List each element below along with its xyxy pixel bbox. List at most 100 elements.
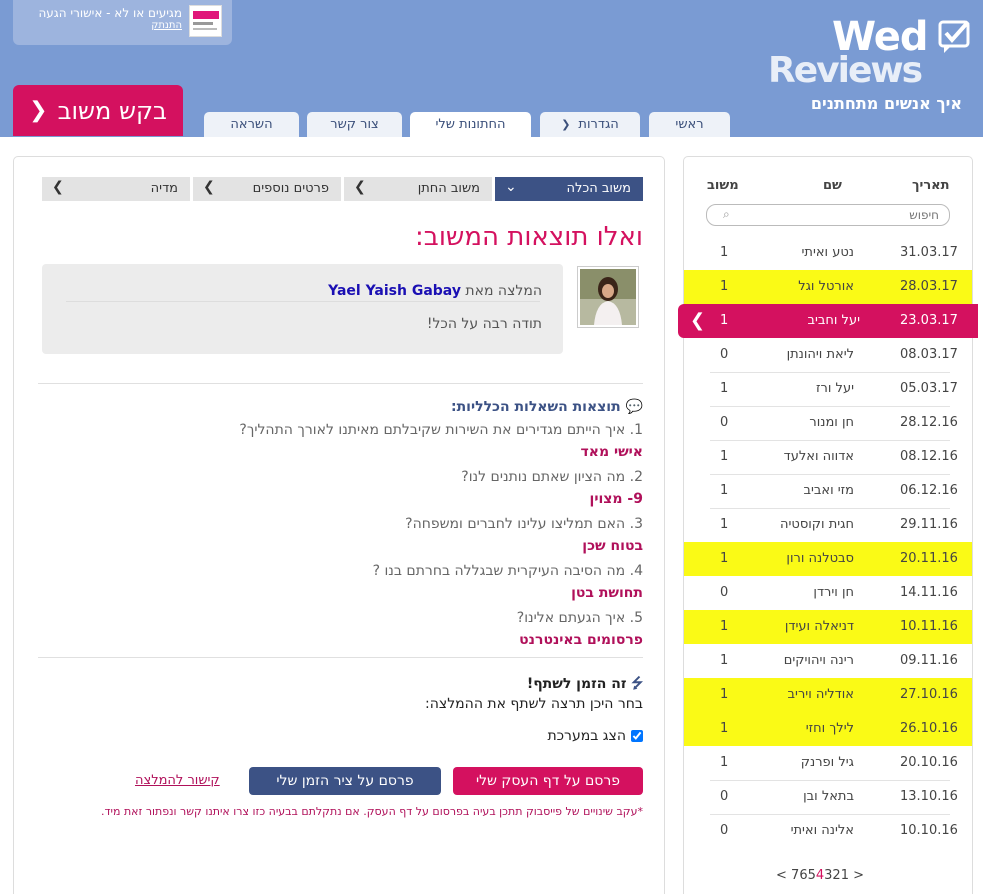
col-header-date[interactable]: תאריך: [912, 178, 950, 193]
tab-my-weddings[interactable]: החתונות שלי: [410, 112, 531, 137]
page-title: ואלו תוצאות המשוב:: [415, 222, 643, 252]
row-score: 1: [720, 551, 729, 566]
row-score: 1: [720, 449, 729, 464]
table-row[interactable]: 14.11.16 חן וירדן 0: [684, 576, 972, 610]
show-in-system-label: הצג במערכת: [547, 728, 626, 744]
row-score: 1: [720, 483, 729, 498]
table-row[interactable]: 13.10.16 בתאל ובן 0: [684, 780, 972, 814]
row-score: 0: [720, 415, 729, 430]
avatar-image: [580, 269, 636, 325]
table-row[interactable]: 06.12.16 מזי ואביב 1: [684, 474, 972, 508]
step-bride-feedback[interactable]: משוב הכלה ⌄: [495, 177, 643, 201]
row-date: 13.10.16: [900, 789, 958, 804]
row-name: מזי ואביב: [803, 483, 854, 498]
tab-home[interactable]: ראשי: [649, 112, 730, 137]
question-5: 5. איך הגעתם אלינו?: [516, 610, 643, 626]
answer-2: 9- מצוין: [589, 491, 643, 507]
pager-pages-before[interactable]: 765: [791, 868, 816, 883]
recommendation-card: [42, 264, 563, 354]
row-score: 1: [720, 721, 729, 736]
table-row[interactable]: 28.12.16 חן ומנור 0: [684, 406, 972, 440]
show-in-system-checkbox[interactable]: [631, 730, 643, 742]
answer-1: אישי מאד: [580, 444, 643, 460]
question-1: 1. איך הייתם מגדירים את השירות שקיבלתם מ…: [239, 422, 643, 438]
row-date: 27.10.16: [900, 687, 958, 702]
table-row[interactable]: 08.12.16 אדווה ואלעד 1: [684, 440, 972, 474]
row-score: 0: [720, 347, 729, 362]
logout-link[interactable]: התנתק: [151, 20, 182, 31]
request-feedback-button[interactable]: בקש משוב ❮: [13, 85, 183, 136]
row-score: 0: [720, 585, 729, 600]
search-input[interactable]: [739, 207, 939, 223]
comment-icon: 💬: [625, 399, 643, 415]
row-name: חגית וקוסטיה: [779, 517, 854, 532]
row-date: 10.11.16: [900, 619, 958, 634]
step-more-details[interactable]: פרטים נוספים ❯: [193, 177, 341, 201]
question-2: 2. מה הציון שאתם נותנים לנו?: [461, 469, 643, 485]
table-row[interactable]: 09.11.16 רינה ויהויקים 1: [684, 644, 972, 678]
publish-business-page-button[interactable]: פרסם על דף העסק שלי: [453, 767, 643, 795]
publish-timeline-button[interactable]: פרסם על ציר הזמן שלי: [249, 767, 441, 795]
pager-pages-after[interactable]: 321: [824, 868, 849, 883]
top-header: מגיעים או לא - אישורי הגעה התנתק Wed Rev…: [0, 0, 983, 137]
row-date: 28.12.16: [900, 415, 958, 430]
col-header-name[interactable]: שם: [823, 178, 842, 193]
table-row[interactable]: 28.03.17 אורטל וגל 1: [684, 270, 972, 304]
row-score: 0: [720, 823, 729, 838]
step-media[interactable]: מדיה ❯: [42, 177, 190, 201]
tab-settings[interactable]: הגדרות ❮: [540, 112, 640, 137]
table-row[interactable]: 26.10.16 לילך וחזי 1: [684, 712, 972, 746]
rec-author[interactable]: Yael Yaish Gabay: [328, 283, 461, 299]
row-date: 14.11.16: [900, 585, 958, 600]
table-row[interactable]: 31.03.17 נטע ואיתי 1: [684, 236, 972, 270]
table-row[interactable]: 29.11.16 חגית וקוסטיה 1: [684, 508, 972, 542]
row-date: 10.10.16: [900, 823, 958, 838]
row-name: רינה ויהויקים: [783, 653, 854, 668]
row-score: 1: [720, 313, 729, 328]
row-name: דניאלה ועידן: [784, 619, 854, 634]
row-date: 09.11.16: [900, 653, 958, 668]
question-4: 4. מה הסיבה העיקרית שבגללה בחרתם בנו ?: [372, 563, 643, 579]
table-row[interactable]: 20.10.16 גיל ופרנק 1: [684, 746, 972, 780]
brand-tagline: איך אנשים מתחתנים: [810, 94, 962, 113]
share-subtitle: בחר היכן תרצה לשתף את ההמלצה:: [425, 696, 643, 712]
pager-next[interactable]: >: [853, 868, 864, 883]
chevron-left-icon: ❯: [52, 179, 64, 195]
tab-settings-label: הגדרות: [578, 117, 619, 132]
rec-from-prefix: המלצה מאת: [465, 283, 542, 299]
table-row[interactable]: 20.11.16 סבטלנה ורון 1: [684, 542, 972, 576]
table-row[interactable]: 10.10.16 אלינה ואיתי 0: [684, 814, 972, 848]
table-row[interactable]: 27.10.16 אודליה ויריב 1: [684, 678, 972, 712]
row-name: חן וירדן: [813, 585, 854, 600]
row-name: לילך וחזי: [805, 721, 854, 736]
tab-contact-label: צור קשר: [330, 117, 379, 132]
pager-current: 4: [815, 868, 825, 883]
row-name: ליאת ויהונתן: [786, 347, 854, 362]
col-header-score[interactable]: משוב: [707, 178, 739, 193]
row-date: 23.03.17: [900, 313, 958, 328]
brand-logo[interactable]: Wed Reviews איך אנשים מתחתנים: [766, 14, 976, 118]
general-questions-label: תוצאות השאלות הכלליות:: [451, 399, 621, 415]
table-row[interactable]: 23.03.17 יעל וחביב 1 ❮: [678, 304, 978, 338]
row-date: 20.10.16: [900, 755, 958, 770]
row-date: 05.03.17: [900, 381, 958, 396]
share-title-label: זה הזמן לשתף!: [526, 676, 627, 692]
table-row[interactable]: 10.11.16 דניאלה ועידן 1: [684, 610, 972, 644]
divider: [38, 383, 643, 384]
show-in-system-option[interactable]: הצג במערכת: [547, 728, 643, 744]
search-icon[interactable]: ⌕: [723, 207, 730, 222]
step-groom-feedback[interactable]: משוב החתן ❯: [344, 177, 492, 201]
table-row[interactable]: 05.03.17 יעל ורז 1: [684, 372, 972, 406]
table-row[interactable]: 08.03.17 ליאת ויהונתן 0: [684, 338, 972, 372]
share-icon: ⭍: [631, 676, 643, 692]
chevron-left-icon: ❮: [561, 118, 571, 131]
pager-prev[interactable]: <: [776, 868, 787, 883]
tab-inspiration[interactable]: השראה: [204, 112, 299, 137]
business-account-box: מגיעים או לא - אישורי הגעה התנתק: [13, 0, 232, 45]
row-score: 1: [720, 245, 729, 260]
row-score: 1: [720, 755, 729, 770]
tab-contact[interactable]: צור קשר: [307, 112, 402, 137]
recommendation-link[interactable]: קישור להמלצה: [135, 773, 220, 788]
tab-my-weddings-label: החתונות שלי: [435, 117, 506, 132]
answer-3: בטוח שכן: [582, 538, 643, 554]
